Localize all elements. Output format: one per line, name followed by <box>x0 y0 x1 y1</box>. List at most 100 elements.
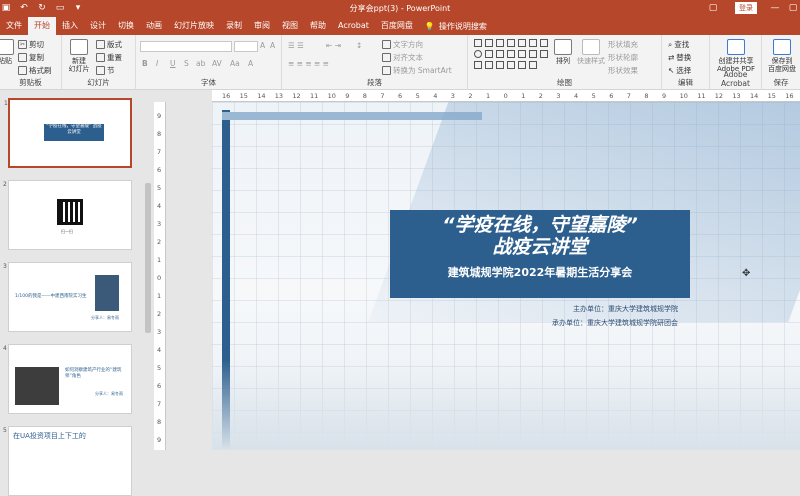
ruler-tick: 6 <box>157 382 162 390</box>
shape-line-icon[interactable] <box>529 39 537 47</box>
shape-rect-icon[interactable] <box>485 39 493 47</box>
shape-line-icon[interactable] <box>507 50 515 58</box>
shape-oval-icon[interactable] <box>474 50 482 58</box>
tab-file[interactable]: 文件 <box>0 17 28 35</box>
ribbon-display-icon[interactable]: ▢ <box>708 2 718 14</box>
paragraph-group-label: 段落 <box>367 78 382 87</box>
shapes-gallery[interactable] <box>474 39 548 73</box>
arrange-button[interactable]: 排列 <box>552 39 574 65</box>
tab-slideshow[interactable]: 幻灯片放映 <box>168 17 220 35</box>
smartart-label: 转换为 SmartArt <box>393 66 452 75</box>
shape-outline-button[interactable]: 形状轮廓 <box>608 52 638 63</box>
tab-home[interactable]: 开始 <box>28 17 56 35</box>
thumbnail-2[interactable]: 2 扫一扫 <box>3 180 132 250</box>
tab-animations[interactable]: 动画 <box>140 17 168 35</box>
shape-bracket-icon[interactable] <box>507 61 515 69</box>
qr-code-icon <box>57 199 83 225</box>
shape-line-icon[interactable] <box>540 39 548 47</box>
slide-title-banner: “学疫在线，守望嘉陵” 战疫云讲堂 建筑城规学院2022年暑期生活分享会 <box>390 210 690 298</box>
shape-line-icon[interactable] <box>507 39 515 47</box>
clipboard-group-label: 剪贴板 <box>19 78 42 87</box>
ruler-tick: 13 <box>732 92 741 100</box>
align-icons[interactable]: ≡ ≡ ≡ ≡ ≡ <box>288 59 329 68</box>
shape-line-icon[interactable] <box>518 39 526 47</box>
align-text-button[interactable]: 对齐文本 <box>382 52 423 63</box>
tab-acrobat[interactable]: Acrobat <box>332 17 375 35</box>
font-size-box[interactable] <box>234 41 258 52</box>
underline-button[interactable]: U <box>170 59 176 68</box>
bullets-icon[interactable]: ☰ ☰ <box>288 41 304 50</box>
paste-icon <box>0 39 14 55</box>
minimize-icon[interactable]: — <box>770 2 780 14</box>
ruler-tick: 4 <box>157 346 162 354</box>
shape-effects-button[interactable]: 形状效果 <box>608 65 638 76</box>
font-name-box[interactable] <box>140 41 232 52</box>
tab-help[interactable]: 帮助 <box>304 17 332 35</box>
quick-styles-button[interactable]: 快速样式 <box>576 39 606 65</box>
tab-design[interactable]: 设计 <box>84 17 112 35</box>
shape-bracket-icon[interactable] <box>496 61 504 69</box>
tell-me[interactable]: 💡 操作说明搜索 <box>419 21 487 32</box>
reset-button[interactable]: 重置 <box>96 52 122 63</box>
line-spacing-icon[interactable]: ↕ <box>356 41 362 50</box>
tab-transitions[interactable]: 切换 <box>112 17 140 35</box>
copy-button[interactable]: 复制 <box>18 52 44 63</box>
shape-arrow-icon[interactable] <box>474 61 482 69</box>
shrink-font-icon[interactable]: A <box>270 41 275 50</box>
thumbnail-4[interactable]: 4 如何洞察建筑产行业的“建筑师”角色 分享人：易冬雨 <box>3 344 132 414</box>
thumbnail-3[interactable]: 3 1/100的我是——中建西南院实习生 分享人：易冬雨 <box>3 262 132 332</box>
text-direction-button[interactable]: 文字方向 <box>382 39 423 50</box>
new-slide-button[interactable]: 新建 幻灯片 <box>66 39 92 73</box>
shape-more-icon[interactable] <box>529 61 537 69</box>
login-button[interactable]: 登录 <box>735 2 757 14</box>
shape-text-icon[interactable] <box>496 39 504 47</box>
shape-rect-icon[interactable] <box>485 50 493 58</box>
ruler-tick: 5 <box>415 92 420 100</box>
find-button[interactable]: ⌕ 查找 <box>668 39 689 50</box>
spacing-button[interactable]: AV <box>212 59 222 68</box>
select-button[interactable]: ↖ 选择 <box>668 65 691 76</box>
case-button[interactable]: Aa <box>230 59 240 68</box>
ruler-tick: 8 <box>362 92 367 100</box>
ruler-tick: 6 <box>398 92 403 100</box>
ruler-tick: 14 <box>750 92 759 100</box>
thumbnail-1[interactable]: 1 “学疫在线，守望嘉陵” 战疫云讲堂 <box>4 98 132 168</box>
shape-arrow-icon[interactable] <box>518 50 526 58</box>
tab-insert[interactable]: 插入 <box>56 17 84 35</box>
shape-arrow-icon[interactable] <box>529 50 537 58</box>
tab-baidu[interactable]: 百度网盘 <box>375 17 419 35</box>
shape-rect-icon[interactable] <box>474 39 482 47</box>
tab-review[interactable]: 审阅 <box>248 17 276 35</box>
shape-star-icon[interactable] <box>518 61 526 69</box>
replace-button[interactable]: ⇄ 替换 <box>668 52 691 63</box>
grow-font-icon[interactable]: A <box>260 41 265 50</box>
italic-button[interactable]: I <box>156 59 158 68</box>
thumbnail-number: 5 <box>3 427 7 434</box>
pdf-icon <box>727 39 745 55</box>
indent-icon[interactable]: ⇤ ⇥ <box>326 41 341 50</box>
format-painter-button[interactable]: 格式刷 <box>18 65 52 76</box>
smartart-button[interactable]: 转换为 SmartArt <box>382 65 452 76</box>
shape-fill-button[interactable]: 形状填充 <box>608 39 638 50</box>
section-button[interactable]: 节 <box>96 65 115 76</box>
tab-view[interactable]: 视图 <box>276 17 304 35</box>
layout-button[interactable]: 版式 <box>96 39 122 50</box>
create-pdf-button[interactable]: 创建并共享 Adobe PDF <box>712 39 760 73</box>
shape-triangle-icon[interactable] <box>496 50 504 58</box>
thumbnail-3-photo <box>95 275 119 311</box>
slide-canvas[interactable]: “学疫在线，守望嘉陵” 战疫云讲堂 建筑城规学院2022年暑期生活分享会 主办单… <box>212 102 800 450</box>
tab-record[interactable]: 录制 <box>220 17 248 35</box>
thumbnails-scrollbar[interactable] <box>145 183 151 333</box>
maximize-icon[interactable]: ▢ <box>788 2 798 14</box>
shadow-button[interactable]: ab <box>196 59 205 68</box>
shape-arrow-icon[interactable] <box>485 61 493 69</box>
strike-button[interactable]: S <box>184 59 189 68</box>
font-color-button[interactable]: A <box>248 59 253 68</box>
shape-curve-icon[interactable] <box>540 50 548 58</box>
save-baidu-button[interactable]: 保存到 百度网盘 <box>764 39 800 73</box>
thumbnail-5[interactable]: 5 在UA投资项目上下工的 <box>3 426 132 496</box>
bold-button[interactable]: B <box>142 59 148 68</box>
cut-button[interactable]: ✂ 剪切 <box>18 39 44 50</box>
paste-button[interactable]: 粘贴 <box>0 39 14 65</box>
lightbulb-icon: 💡 <box>424 21 435 31</box>
